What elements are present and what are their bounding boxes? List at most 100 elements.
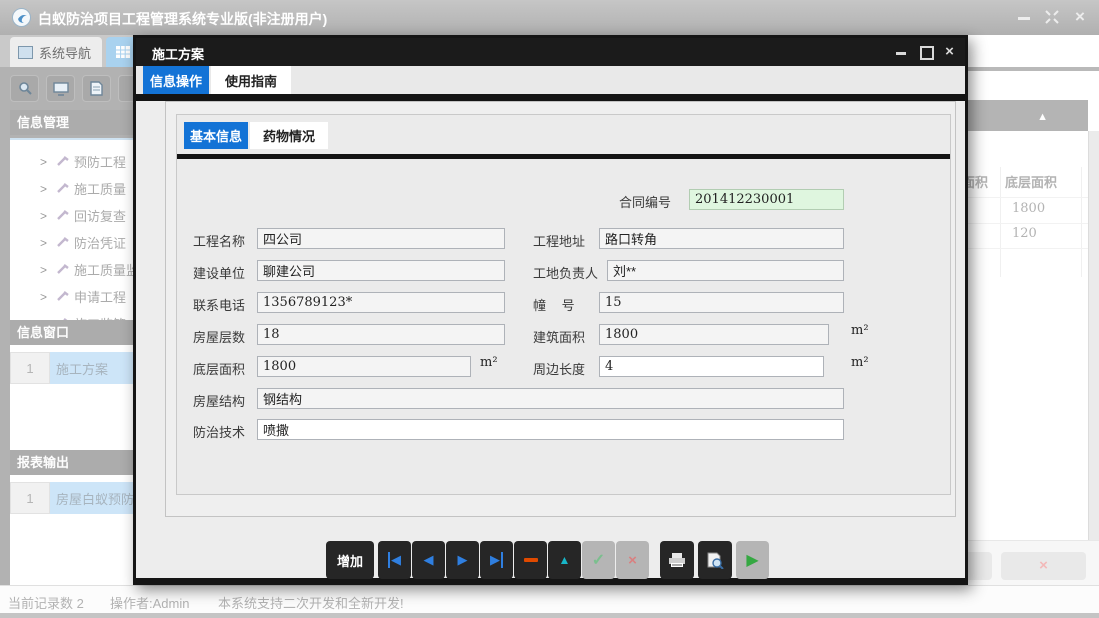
app-window: 白蚁防治项目工程管理系统专业版(非注册用户) × 系统导航 [0, 0, 1099, 618]
divider [968, 223, 1088, 224]
technique-field[interactable] [257, 419, 844, 440]
dialog-close-icon[interactable]: × [942, 44, 957, 59]
dialog-maximize-icon[interactable] [918, 44, 933, 59]
nav-tree: > 预防工程 > 施工质量 > 回访复查 > 防治凭证 > [10, 138, 140, 320]
print-preview-button[interactable] [698, 541, 732, 579]
bottom-button-bar: × [968, 540, 1099, 585]
list-item-construction-plan[interactable]: 1 施工方案 [10, 352, 140, 384]
monitor-button[interactable] [46, 75, 75, 102]
nav-tab-label: 系统导航 [39, 43, 91, 62]
edit-record-button[interactable]: ▲ [548, 541, 581, 579]
perimeter-label: 周边长度 [533, 359, 585, 378]
nav-tab-icon [18, 46, 33, 59]
last-record-button[interactable]: ▶ [480, 541, 513, 579]
report-output-list: 1 房屋白蚁预防 [10, 475, 140, 585]
printer-icon [668, 552, 686, 568]
panel-header: ▲ [968, 100, 1088, 131]
tab-system-nav[interactable]: 系统导航 [10, 37, 102, 67]
perimeter-unit: m² [851, 355, 869, 370]
ground-area-field[interactable] [257, 356, 471, 377]
chevron-right-icon: > [40, 182, 52, 196]
tree-item[interactable]: > 预防工程 [10, 148, 140, 175]
dialog-content: 基本信息 药物情况 合同编号 工程名称 工程地址 建设单位 工地负责人 联系电话 [136, 101, 965, 578]
contract-no-field[interactable] [689, 189, 844, 210]
close-icon[interactable]: × [1071, 8, 1089, 26]
triangle-up-icon: ▲ [559, 553, 571, 567]
cancel-button[interactable]: × [1001, 552, 1086, 580]
divider [968, 248, 1088, 249]
tree-item[interactable]: > 防治凭证 [10, 229, 140, 256]
floors-field[interactable] [257, 324, 505, 345]
tool-icon [56, 236, 70, 250]
section-info-window: 信息窗口 [10, 320, 140, 345]
tab-chemical-info[interactable]: 药物情况 [250, 122, 328, 149]
build-area-label: 建筑面积 [533, 327, 585, 346]
ground-area-unit: m² [480, 355, 498, 370]
tool-icon [56, 182, 70, 196]
hidden-button[interactable] [968, 552, 992, 580]
content-background: ▲ 面积 底层面积 1800 4 120 × [968, 35, 1099, 585]
preview-icon [706, 552, 724, 569]
building-no-label: 幢 号 [533, 295, 581, 314]
divider [1000, 167, 1001, 277]
chevron-right-icon: > [40, 290, 52, 304]
column-header: 底层面积 [1005, 172, 1057, 198]
chevron-right-icon: > [40, 155, 52, 169]
previous-record-button[interactable]: ◀ [412, 541, 445, 579]
check-icon: ✓ [592, 550, 605, 570]
project-addr-field[interactable] [599, 228, 844, 249]
first-record-button[interactable]: ◀ [378, 541, 411, 579]
first-icon: ◀ [388, 552, 401, 568]
status-record-count: 当前记录数 2 [8, 593, 84, 612]
tree-item[interactable]: > 申请工程 [10, 283, 140, 310]
tree-item[interactable]: > 施工质量 [10, 175, 140, 202]
perimeter-field[interactable] [599, 356, 824, 377]
tool-icon [56, 155, 70, 169]
list-item-termite-report[interactable]: 1 房屋白蚁预防 [10, 482, 140, 514]
tab-info-operation[interactable]: 信息操作 [143, 66, 209, 94]
minus-icon [524, 558, 538, 562]
tool-icon [56, 209, 70, 223]
tab-user-guide[interactable]: 使用指南 [211, 66, 291, 94]
project-name-field[interactable] [257, 228, 505, 249]
tool-icon [56, 263, 70, 277]
structure-field[interactable] [257, 388, 844, 409]
section-report-output: 报表输出 [10, 450, 140, 475]
play-icon: ▶ [746, 550, 758, 570]
grid-icon [116, 46, 130, 58]
tool-icon [56, 290, 70, 304]
phone-label: 联系电话 [193, 295, 245, 314]
builder-field[interactable] [257, 260, 505, 281]
add-button[interactable]: 增加 [326, 541, 374, 579]
run-button[interactable]: ▶ [736, 541, 769, 579]
construction-plan-dialog: 施工方案 × 信息操作 使用指南 基本信息 药物情况 合同编号 工程名称 [133, 35, 968, 585]
tree-item[interactable]: > 施工质量监 [10, 256, 140, 283]
search-icon [17, 81, 33, 97]
previous-icon: ◀ [424, 552, 434, 568]
confirm-button[interactable]: ✓ [582, 541, 615, 579]
phone-field[interactable] [257, 292, 505, 313]
app-logo-icon [12, 8, 31, 27]
next-icon: ▶ [458, 552, 468, 568]
sidebar: 系统导航 [0, 35, 140, 585]
tree-item[interactable]: > 回访复查 [10, 202, 140, 229]
build-area-unit: m² [851, 323, 869, 338]
building-no-field[interactable] [599, 292, 844, 313]
collapse-icon[interactable]: ▲ [1037, 111, 1048, 123]
search-button[interactable] [10, 75, 39, 102]
document-button[interactable] [82, 75, 111, 102]
vertical-scrollbar[interactable] [1088, 131, 1099, 585]
cancel-edit-button[interactable]: × [616, 541, 649, 579]
print-button[interactable] [660, 541, 694, 579]
tab-basic-info[interactable]: 基本信息 [184, 122, 248, 149]
build-area-field[interactable] [599, 324, 829, 345]
site-manager-label: 工地负责人 [533, 263, 598, 282]
restore-icon[interactable] [1043, 8, 1061, 26]
site-manager-field[interactable] [607, 260, 844, 281]
dialog-titlebar: 施工方案 × [136, 38, 965, 66]
delete-record-button[interactable] [514, 541, 547, 579]
next-record-button[interactable]: ▶ [446, 541, 479, 579]
minimize-icon[interactable] [1015, 8, 1033, 26]
dialog-minimize-icon[interactable] [894, 44, 909, 59]
sidebar-tabstrip: 系统导航 [0, 35, 140, 67]
